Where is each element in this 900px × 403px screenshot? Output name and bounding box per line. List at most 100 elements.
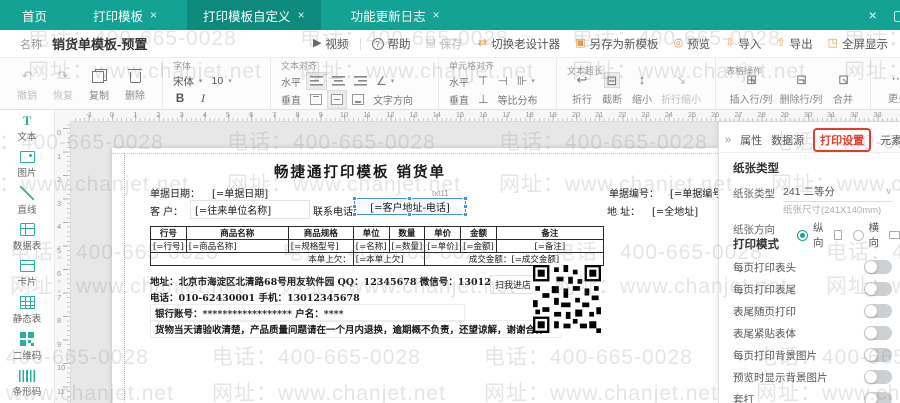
save-as-new-template-button[interactable]: ▣ 另存为新模板 [575, 36, 658, 52]
delete-row-col-button[interactable]: ⊟▾ 删除行/列 [776, 61, 826, 107]
preview-button[interactable]: ◎ 预览 [674, 36, 711, 52]
close-window-icon[interactable]: × [869, 7, 877, 23]
cell-align-h1-icon[interactable]: ⊤ [478, 75, 488, 87]
cell-align-v1-icon[interactable]: ⊥ [478, 93, 488, 105]
panel-toggle-icon[interactable]: ▢ [893, 7, 900, 24]
selection-handle[interactable] [463, 204, 468, 209]
contact-phone-field-selected[interactable]: [=客户地址-电话] [354, 198, 466, 215]
close-tab-icon[interactable]: × [433, 9, 440, 21]
valign-top-icon[interactable] [310, 94, 322, 105]
cell-distribute-icon[interactable]: ⊪ [517, 75, 527, 87]
address-label[interactable]: 地 址： [607, 203, 640, 218]
selection-handle[interactable] [407, 196, 412, 201]
more-button[interactable]: ⋯ 更多 [881, 61, 900, 105]
toggle-switch[interactable] [864, 392, 892, 403]
selection-handle[interactable] [407, 212, 412, 217]
tab-changelog[interactable]: 功能更新日志 × [335, 0, 456, 30]
align-left-icon[interactable] [310, 76, 323, 86]
sidebar-item-image[interactable]: 图片 [0, 147, 54, 184]
sidebar-item-text[interactable]: T 文本 [0, 110, 54, 147]
tab-print-template[interactable]: 打印模板 × [77, 0, 173, 30]
italic-button[interactable]: I [196, 93, 210, 105]
video-button[interactable]: ▶ 视频 [313, 36, 348, 52]
landscape-radio[interactable] [853, 230, 864, 241]
toggle-row-print-footer: 每页打印表尾 [733, 281, 892, 297]
goods-table[interactable]: 行号商品名称 商品规格单位 数量单价 金额备注 [=行号][=商品名称] [=规… [150, 226, 604, 266]
switch-old-designer-button[interactable]: ⇄ 切换老设计器 [478, 36, 560, 52]
align-right-icon[interactable] [354, 76, 367, 86]
sidebar-item-static-table[interactable]: 静态表 [0, 293, 54, 330]
toggle-switch[interactable] [864, 282, 892, 296]
customer-field[interactable]: [=往来单位名称] [190, 200, 310, 219]
design-canvas[interactable]: 畅捷通打印模板 销货单 单据日期： [=单据日期] 单据编号： [=单据编号] … [71, 122, 718, 403]
tab-print-settings[interactable]: 打印设置 [813, 128, 871, 152]
tab-print-template-custom[interactable]: 打印模板自定义 × [187, 0, 321, 30]
distribute-evenly-button[interactable]: 等比分布 [497, 92, 537, 107]
selection-handle[interactable] [463, 212, 468, 217]
qr-code-image[interactable] [533, 265, 601, 333]
rotate-text-icon[interactable]: ∠ [376, 75, 387, 87]
qr-caption[interactable]: 扫我进店 [490, 275, 536, 294]
valign-bottom-icon[interactable] [352, 94, 364, 105]
font-size-select[interactable]: 10 ▾ [212, 75, 232, 87]
toggle-switch[interactable] [864, 304, 892, 318]
portrait-radio[interactable] [797, 230, 808, 241]
toggle-switch[interactable] [864, 326, 892, 340]
sidebar-item-card[interactable]: 卡片 [0, 256, 54, 293]
doc-no-label[interactable]: 单据编号： [609, 185, 659, 200]
sidebar-item-line[interactable]: 直线 [0, 183, 54, 220]
font-family-select[interactable]: 宋体 ▾ [173, 74, 203, 89]
selection-handle[interactable] [352, 212, 357, 217]
valign-middle-icon[interactable] [331, 94, 343, 105]
more-group: ⋯ 更多 [871, 58, 900, 109]
sidebar-item-qr-code[interactable]: 二维码 [0, 329, 54, 366]
chevron-down-icon: ▾ [199, 77, 203, 85]
ruler-number: 0 [110, 110, 114, 119]
footer-address-line[interactable]: 地址：北京市海淀区北清路68号用友软件园 QQ：12345678 微信号：130… [150, 274, 530, 288]
ruler-number: 22 [618, 110, 626, 119]
cell-align-h2-icon[interactable]: ⊣ [497, 75, 507, 87]
redo-button[interactable]: ↷ 恢复 [46, 64, 80, 107]
align-center-icon[interactable] [332, 76, 345, 86]
selection-handle[interactable] [352, 204, 357, 209]
copy-button[interactable]: 复制 [82, 64, 116, 107]
close-tab-icon[interactable]: × [298, 9, 305, 21]
template-page[interactable]: 畅捷通打印模板 销货单 单据日期： [=单据日期] 单据编号： [=单据编号] … [112, 148, 718, 403]
toggle-switch[interactable] [864, 348, 892, 362]
sidebar-item-barcode[interactable]: 条形码 [0, 366, 54, 403]
merge-cells-button[interactable]: ⊡▾ 合并 [826, 61, 860, 107]
date-label[interactable]: 单据日期： [150, 185, 200, 200]
address-field[interactable]: [=全地址] [652, 203, 698, 218]
save-button[interactable]: ▤ 保存 [426, 36, 463, 52]
tab-home[interactable]: 首页 [6, 0, 63, 30]
tab-properties[interactable]: 属性 [740, 132, 762, 148]
toggle-switch[interactable] [864, 370, 892, 384]
doc-no-field[interactable]: [=单据编号] [670, 185, 718, 200]
help-button[interactable]: ? 帮助 [372, 36, 411, 52]
footer-phone-line[interactable]: 电话：010-62430001 手机：13012345678 [150, 290, 360, 304]
footer-notice-line[interactable]: 货物当天请验收清楚，产品质量问题请在一个月内退换，逾期概不负责，还望谅解，谢谢合… [150, 320, 562, 338]
sidebar-item-data-table[interactable]: 数据表 [0, 220, 54, 257]
tab-label: 打印模板 [93, 6, 143, 25]
delete-button[interactable]: 删除 [118, 64, 152, 107]
selection-handle[interactable] [463, 196, 468, 201]
customer-label[interactable]: 客 户： [150, 203, 183, 218]
export-button[interactable]: ⇧ 导出 [776, 36, 812, 52]
tab-element-layout[interactable]: 元素布局 [880, 132, 900, 148]
close-tab-icon[interactable]: × [150, 9, 157, 21]
collapse-panel-icon[interactable]: » [725, 134, 731, 146]
import-button[interactable]: ⇩ 导入 [725, 36, 761, 52]
selection-handle[interactable] [352, 196, 357, 201]
bold-button[interactable]: B [173, 93, 187, 105]
document-title[interactable]: 畅捷通打印模板 销货单 [112, 161, 608, 182]
fullscreen-button[interactable]: ◳ 全屏显示 [828, 36, 888, 52]
undo-button[interactable]: ↶ 撤销 [10, 64, 44, 107]
wrap-shrink-button[interactable]: ↘ 折行缩小 [657, 61, 705, 107]
date-field[interactable]: [=单据日期] [212, 185, 268, 200]
shrink-button[interactable]: ↕ 缩小 [627, 61, 657, 107]
paper-type-select[interactable]: 241 二等分 ∨ [783, 184, 892, 202]
toggle-switch[interactable] [864, 260, 892, 274]
text-direction-button[interactable]: 文字方向 [373, 92, 413, 107]
delete-row-icon: ⊟▾ [796, 73, 805, 87]
tab-data-source[interactable]: 数据源 [771, 132, 804, 148]
